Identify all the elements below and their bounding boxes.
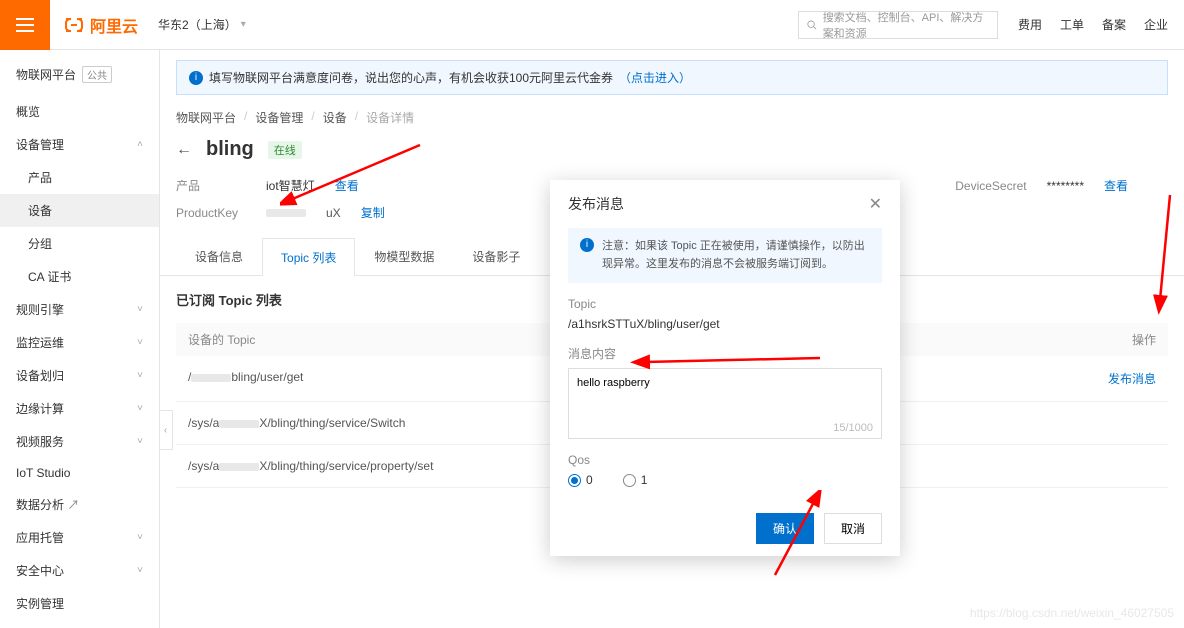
qos-radio-1[interactable]: 1 (623, 473, 648, 487)
modal-notice-text: 注意：如果该 Topic 正在被使用，请谨慎操作，以防出现异常。这里发布的消息不… (602, 238, 870, 273)
modal-title: 发布消息 (568, 194, 624, 214)
confirm-button[interactable]: 确认 (756, 513, 814, 544)
radio-icon (623, 474, 636, 487)
field-label: 消息内容 (568, 345, 882, 362)
watermark: https://blog.csdn.net/weixin_46027505 (970, 606, 1174, 620)
message-textarea[interactable] (577, 377, 873, 427)
qos-radio-0[interactable]: 0 (568, 473, 593, 487)
cancel-button[interactable]: 取消 (824, 513, 882, 544)
topic-value: /a1hsrkSTTuX/bling/user/get (568, 317, 882, 331)
field-label: Topic (568, 297, 882, 311)
char-count: 15/1000 (833, 422, 873, 434)
close-icon[interactable]: ✕ (869, 194, 882, 214)
field-label: Qos (568, 453, 882, 467)
info-icon: i (580, 238, 594, 252)
radio-icon (568, 474, 581, 487)
publish-modal: 发布消息 ✕ i 注意：如果该 Topic 正在被使用，请谨慎操作，以防出现异常… (550, 180, 900, 556)
